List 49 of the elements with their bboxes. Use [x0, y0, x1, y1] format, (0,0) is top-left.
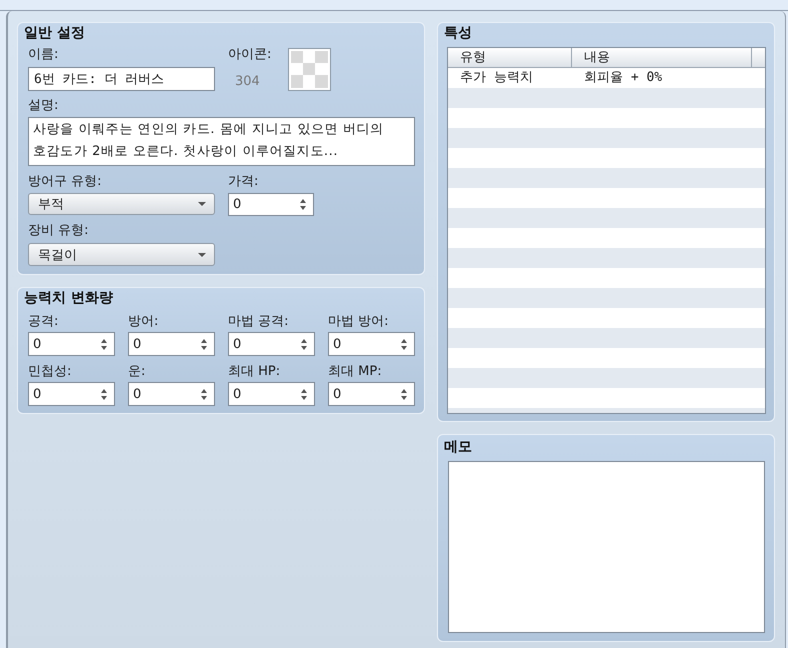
field-label: 최대 HP: [228, 363, 282, 381]
spin-arrows-icon[interactable] [401, 338, 407, 350]
section-title: 능력치 변화량 [24, 289, 114, 307]
field-label: 가격: [228, 173, 260, 191]
column-header[interactable]: 유형 [448, 48, 572, 67]
field-label: 방어구 유형: [28, 173, 103, 191]
field-label: 설명: [28, 97, 60, 115]
field-label: 장비 유형: [28, 222, 90, 240]
section-title: 메모 [444, 438, 473, 456]
spin-arrows-icon[interactable] [101, 388, 107, 400]
stat-field[interactable]: 0 [328, 332, 415, 356]
table-cell-text: 회피율 + 0% [583, 69, 664, 87]
armor-type-dropdown[interactable]: 부적 [28, 193, 215, 215]
stat-field[interactable]: 0 [28, 382, 115, 406]
spin-arrows-icon[interactable] [201, 338, 207, 350]
stat-field[interactable]: 0 [128, 382, 215, 406]
spin-arrows-icon[interactable] [101, 338, 107, 350]
name-field[interactable]: 6번 카드: 더 러버스 [28, 67, 215, 91]
field-label: 아이콘: [228, 46, 272, 64]
field-label: 공격: [28, 313, 60, 331]
spin-arrows-icon[interactable] [401, 388, 407, 400]
checkerboard-icon[interactable] [288, 48, 331, 91]
column-header[interactable]: 내용 [572, 48, 752, 67]
icon-index: 304 [234, 73, 261, 91]
table-cell-text: 추가 능력치 [459, 69, 534, 87]
memo-field[interactable] [448, 461, 765, 633]
description-field[interactable]: 사랑을 이뤄주는 연인의 카드. 몸에 지니고 있으면 버디의 호감도가 2배로 오른다. 첫사랑이 이루어질지도... [28, 117, 415, 166]
field-label: 최대 MP: [328, 363, 383, 381]
stat-field[interactable]: 0 [328, 382, 415, 406]
field-label: 이름: [28, 46, 60, 64]
caret-icon [198, 202, 206, 206]
spin-arrows-icon[interactable] [300, 199, 306, 210]
equipment-type-dropdown[interactable]: 목걸이 [28, 243, 215, 266]
spin-arrows-icon[interactable] [301, 338, 307, 350]
spin-arrows-icon[interactable] [301, 388, 307, 400]
field-label: 마법 공격: [228, 313, 290, 331]
section-title: 특성 [444, 24, 473, 42]
spin-arrows-icon[interactable] [201, 388, 207, 400]
field-label: 방어: [128, 313, 160, 331]
caret-icon [198, 252, 206, 256]
stat-field[interactable]: 0 [228, 382, 315, 406]
stat-field[interactable]: 0 [228, 332, 315, 356]
price-field[interactable]: 0 [228, 193, 314, 216]
field-label: 마법 방어: [328, 313, 390, 331]
stat-field[interactable]: 0 [28, 332, 115, 356]
field-label: 민첩성: [28, 363, 72, 381]
stat-field[interactable]: 0 [128, 332, 215, 356]
field-label: 운: [128, 363, 146, 381]
section-title: 일반 설정 [24, 24, 86, 42]
